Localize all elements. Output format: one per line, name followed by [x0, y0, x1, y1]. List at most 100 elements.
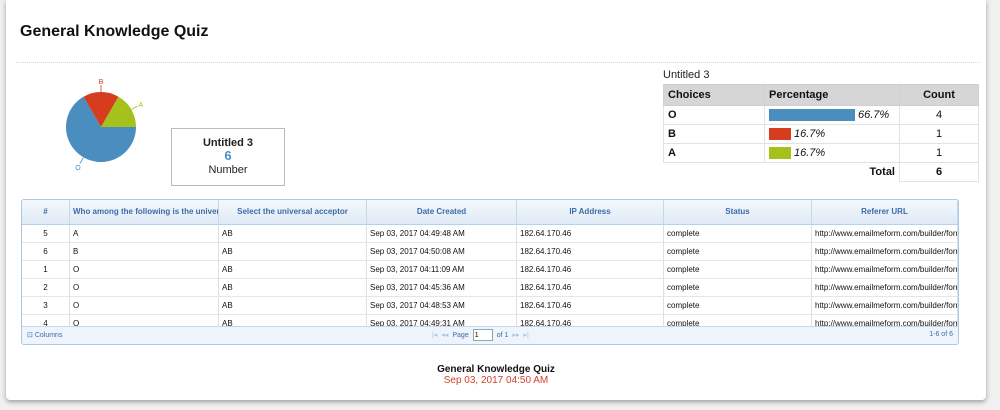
table-cell: 182.64.170.46: [517, 261, 664, 278]
table-cell: 182.64.170.46: [517, 225, 664, 242]
table-cell: Sep 03, 2017 04:45:36 AM: [367, 279, 517, 296]
table-row[interactable]: 2 O AB Sep 03, 2017 04:45:36 AM 182.64.170.4…: [22, 279, 958, 297]
stats-row: B 16.7% 1: [663, 124, 979, 144]
stats-row: O 66.7% 4: [663, 105, 979, 125]
table-cell: 3: [22, 297, 70, 314]
stats-header-percentage: Percentage: [764, 84, 900, 106]
table-cell: Sep 03, 2017 04:48:53 AM: [367, 297, 517, 314]
stats-title: Untitled 3: [663, 69, 710, 81]
table-row[interactable]: 5 A AB Sep 03, 2017 04:49:48 AM 182.64.170.4…: [22, 225, 958, 243]
table-cell: AB: [219, 225, 367, 242]
table-cell: http://www.emailmeform.com/builder/form: [812, 225, 958, 242]
table-cell: 182.64.170.46: [517, 243, 664, 260]
table-cell: O: [70, 261, 219, 278]
table-cell: AB: [219, 297, 367, 314]
number-box: Untitled 3 6 Number: [171, 128, 285, 186]
table-cell: http://www.emailmeform.com/builder/form: [812, 261, 958, 278]
table-cell: http://www.emailmeform.com/builder/form: [812, 279, 958, 296]
table-cell: Sep 03, 2017 04:49:48 AM: [367, 225, 517, 242]
pie-label-connector: [131, 105, 138, 110]
pie-label: B: [99, 79, 104, 86]
percentage-value: 66.7%: [858, 108, 890, 121]
table-cell: complete: [664, 279, 812, 296]
table-cell: Sep 03, 2017 04:11:09 AM: [367, 261, 517, 278]
columns-icon: ⊡: [27, 332, 33, 339]
table-cell: O: [70, 279, 219, 296]
stats-choice: B: [663, 124, 765, 144]
page-title: General Knowledge Quiz: [20, 23, 209, 40]
percentage-value: 16.7%: [794, 146, 826, 159]
table-cell: complete: [664, 261, 812, 278]
next-page-icon[interactable]: ▸▸: [512, 331, 519, 339]
table-cell: A: [70, 225, 219, 242]
table-cell: complete: [664, 225, 812, 242]
page-of-label: of 1: [496, 331, 509, 339]
table-row[interactable]: 6 B AB Sep 03, 2017 04:50:08 AM 182.64.170.4…: [22, 243, 958, 261]
percentage-bar: [769, 128, 791, 141]
stats-count: 4: [899, 105, 979, 125]
pie-chart: O B A: [66, 79, 144, 172]
table-cell: http://www.emailmeform.com/builder/form: [812, 297, 958, 314]
stats-count: 1: [899, 124, 979, 144]
grid-column-header[interactable]: #: [22, 200, 70, 224]
table-cell: AB: [219, 243, 367, 260]
stats-percentage: 16.7%: [764, 143, 900, 163]
footer-title: General Knowledge Quiz: [437, 364, 555, 375]
table-cell: complete: [664, 297, 812, 314]
table-cell: AB: [219, 261, 367, 278]
grid-column-header[interactable]: Date Created: [367, 200, 517, 224]
columns-label: Columns: [34, 332, 63, 339]
number-box-value: 6: [224, 148, 232, 163]
stats-total-row: Total 6: [664, 162, 979, 182]
grid-column-header[interactable]: IP Address: [517, 200, 664, 224]
grid-header: #Who among the following is the universa…: [22, 200, 958, 225]
stats-total-label: Total: [764, 162, 900, 182]
stats-percentage: 66.7%: [764, 105, 900, 125]
stats-choice: A: [663, 143, 765, 163]
record-range: 1-6 of 6: [929, 331, 953, 338]
stats-row: A 16.7% 1: [663, 143, 979, 163]
table-cell: 2: [22, 279, 70, 296]
first-page-icon[interactable]: |◂: [432, 331, 437, 339]
table-cell: 5: [22, 225, 70, 242]
pie-label: O: [75, 165, 81, 172]
grid-column-header[interactable]: Status: [664, 200, 812, 224]
stats-percentage: 16.7%: [764, 124, 900, 144]
pager: |◂ ◂◂ Page of 1 ▸▸ ▸|: [432, 329, 529, 341]
grid-footer: ⊡ Columns |◂ ◂◂ Page of 1 ▸▸ ▸| 1-6 of 6: [22, 326, 958, 344]
grid-column-header[interactable]: Referer URL: [812, 200, 958, 224]
percentage-value: 16.7%: [794, 127, 826, 140]
table-cell: 182.64.170.46: [517, 297, 664, 314]
prev-page-icon[interactable]: ◂◂: [441, 331, 448, 339]
stats-count: 1: [899, 143, 979, 163]
stats-choice: O: [663, 105, 765, 125]
table-cell: Sep 03, 2017 04:50:08 AM: [367, 243, 517, 260]
grid-column-header[interactable]: Select the universal acceptor: [219, 200, 367, 224]
columns-button[interactable]: ⊡ Columns: [27, 331, 62, 339]
stats-total-value: 6: [899, 162, 979, 182]
stats-table: Choices Percentage Count O 66.7% 4 B 16.7% 1 A…: [663, 84, 979, 182]
percentage-bar: [769, 109, 855, 122]
last-page-icon[interactable]: ▸|: [523, 331, 528, 339]
table-row[interactable]: 3 O AB Sep 03, 2017 04:48:53 AM 182.64.170.4…: [22, 297, 958, 315]
table-cell: 6: [22, 243, 70, 260]
report-card: General Knowledge Quiz OBA Untitled 3 6 …: [6, 0, 986, 400]
stats-header-choices: Choices: [663, 84, 765, 106]
report-footer: General Knowledge Quiz Sep 03, 2017 04:5…: [6, 364, 986, 386]
table-row[interactable]: 1 O AB Sep 03, 2017 04:11:09 AM 182.64.170.4…: [22, 261, 958, 279]
page-input[interactable]: [472, 329, 493, 341]
table-cell: AB: [219, 279, 367, 296]
number-box-label: Number: [208, 164, 248, 176]
footer-date: Sep 03, 2017 04:50 AM: [443, 375, 549, 386]
stats-header-count: Count: [899, 84, 979, 106]
table-cell: 1: [22, 261, 70, 278]
grid-column-header[interactable]: Who among the following is the universal…: [70, 200, 219, 224]
grid-body: 5 A AB Sep 03, 2017 04:49:48 AM 182.64.170.4…: [22, 225, 958, 333]
table-cell: O: [70, 297, 219, 314]
table-cell: B: [70, 243, 219, 260]
responses-grid: #Who among the following is the universa…: [21, 199, 959, 345]
pie-label: A: [139, 102, 144, 109]
divider: [16, 62, 980, 63]
table-cell: http://www.emailmeform.com/builder/form: [812, 243, 958, 260]
table-cell: 182.64.170.46: [517, 279, 664, 296]
